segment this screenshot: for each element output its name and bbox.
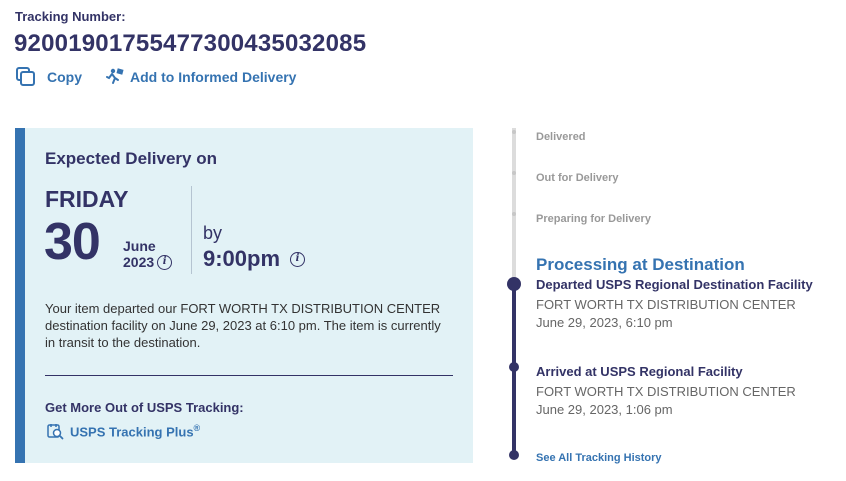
status-description: Your item departed our FORT WORTH TX DIS… [45,301,441,350]
timeline-event: Arrived at USPS Regional Facility FORT W… [536,364,796,419]
timeline-current-dot [507,277,521,291]
event-title: Departed USPS Regional Destination Facil… [536,277,813,292]
expected-delivery-card: Expected Delivery on FRIDAY 30 June 2023… [15,128,473,463]
timeline-step-delivered: Delivered [536,131,586,143]
tracking-number-label: Tracking Number: [15,9,126,24]
timeline-past-line [512,284,516,456]
see-all-tracking-history-link[interactable]: See All Tracking History [536,452,662,464]
delivery-date: 30 [44,213,101,271]
add-to-informed-delivery-label: Add to Informed Delivery [130,69,297,85]
timeline-step-preparing: Preparing for Delivery [536,213,651,225]
copy-label: Copy [47,69,82,85]
event-title: Arrived at USPS Regional Facility [536,364,743,379]
timeline-dot [509,362,519,372]
timeline-step-out-for-delivery: Out for Delivery [536,172,619,184]
timeline-current-step: Processing at Destination [536,255,745,274]
usps-tracking-plus-label: USPS Tracking Plus® [70,422,201,440]
expected-delivery-title: Expected Delivery on [45,149,217,168]
get-more-heading: Get More Out of USPS Tracking: [45,400,244,415]
timeline-future-line [512,128,516,284]
event-datetime: June 29, 2023, 6:10 pm [536,315,673,330]
copy-button[interactable]: Copy [15,66,82,88]
delivery-day: FRIDAY [45,186,129,212]
delivery-year-row: 2023 i [123,254,173,270]
event-location: FORT WORTH TX DISTRIBUTION CENTER [536,297,796,312]
timeline-event: Departed USPS Regional Destination Facil… [536,277,813,332]
add-to-informed-delivery-button[interactable]: Add to Informed Delivery [104,67,296,87]
card-divider [45,375,453,376]
delivery-time: 9:00pm [203,246,281,271]
event-datetime: June 29, 2023, 1:06 pm [536,402,673,417]
info-icon[interactable]: i [290,251,306,267]
tracking-actions: Copy Add to Informed Delivery [15,66,296,88]
copy-icon [15,66,37,88]
timeline-dot [509,450,519,460]
date-divider [191,186,192,274]
delivery-time-row: 9:00pm i [203,246,306,272]
info-icon[interactable]: i [157,254,173,270]
timeline-dot [512,212,516,216]
timeline-dot [512,171,516,175]
tracking-plus-icon [47,424,64,440]
event-location: FORT WORTH TX DISTRIBUTION CENTER [536,384,796,399]
usps-tracking-plus-link[interactable]: USPS Tracking Plus® [46,422,200,440]
delivery-month: June [123,238,156,254]
timeline-dot [512,130,516,134]
delivery-year: 2023 [123,254,155,270]
delivery-by-label: by [203,223,223,243]
informed-delivery-icon [106,68,124,84]
tracking-number: 9200190175547730043503208​5 [14,30,367,57]
